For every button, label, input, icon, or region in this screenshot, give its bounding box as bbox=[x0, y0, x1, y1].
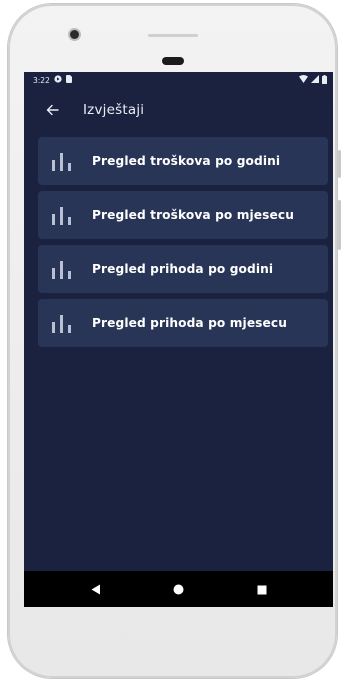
report-item-income-monthly[interactable]: Pregled prihoda po mjesecu bbox=[38, 299, 328, 347]
battery-icon bbox=[322, 74, 327, 86]
nav-home-button[interactable] bbox=[164, 574, 194, 604]
report-item-expenses-monthly[interactable]: Pregled troškova po mjesecu bbox=[38, 191, 328, 239]
bar-chart-icon bbox=[50, 259, 74, 279]
nav-recents-button[interactable] bbox=[247, 574, 277, 604]
bar-chart-icon bbox=[50, 313, 74, 333]
status-bar: 3:22 bbox=[24, 72, 333, 88]
recents-square-icon bbox=[257, 580, 267, 599]
back-button[interactable] bbox=[44, 102, 60, 118]
report-item-label: Pregled prihoda po mjesecu bbox=[92, 316, 287, 330]
bar-chart-icon bbox=[50, 151, 74, 171]
page-title: Izvještaji bbox=[83, 102, 145, 118]
nav-back-button[interactable] bbox=[81, 574, 111, 604]
wifi-icon bbox=[299, 75, 308, 85]
arrow-left-icon bbox=[46, 101, 59, 120]
back-triangle-icon bbox=[91, 580, 101, 599]
earpiece-speaker bbox=[162, 57, 184, 65]
proximity-sensor bbox=[148, 34, 198, 37]
bar-chart-icon bbox=[50, 205, 74, 225]
report-item-income-yearly[interactable]: Pregled prihoda po godini bbox=[38, 245, 328, 293]
report-item-expenses-yearly[interactable]: Pregled troškova po godini bbox=[38, 137, 328, 185]
volume-button bbox=[338, 200, 341, 250]
signal-icon bbox=[311, 75, 319, 85]
status-time: 3:22 bbox=[33, 75, 50, 85]
front-camera bbox=[70, 30, 79, 39]
app-bar: Izvještaji bbox=[24, 88, 333, 132]
device-screen: 3:22 Izvještaji Pregled troškova po godi… bbox=[24, 72, 333, 607]
system-nav-bar bbox=[24, 571, 333, 607]
power-button bbox=[338, 150, 341, 178]
google-play-icon bbox=[54, 75, 62, 85]
report-item-label: Pregled troškova po mjesecu bbox=[92, 208, 294, 222]
report-item-label: Pregled prihoda po godini bbox=[92, 262, 274, 276]
report-item-label: Pregled troškova po godini bbox=[92, 154, 281, 168]
home-circle-icon bbox=[173, 580, 184, 599]
sim-card-icon bbox=[65, 75, 72, 85]
reports-list: Pregled troškova po godini Pregled trošk… bbox=[24, 132, 333, 347]
